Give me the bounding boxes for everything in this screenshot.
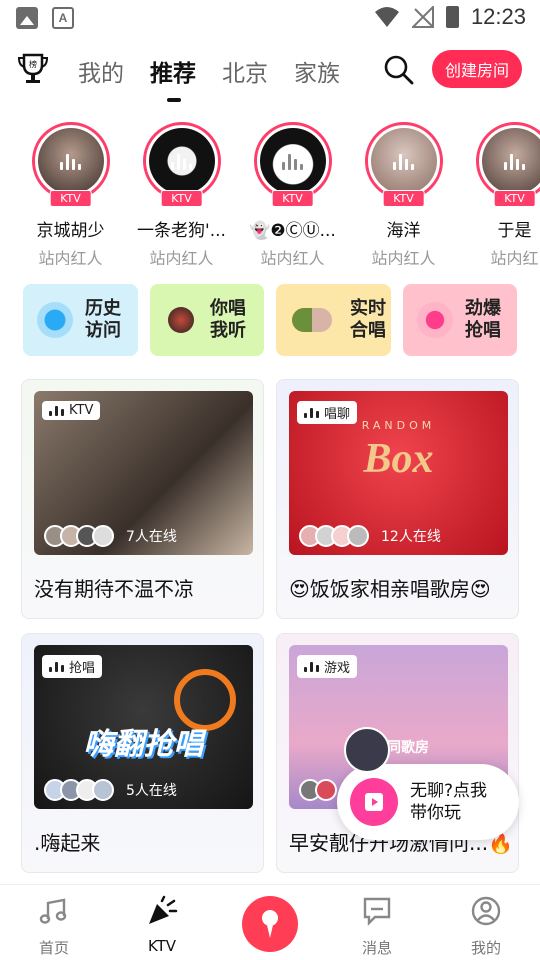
clock: 12:23: [470, 4, 526, 29]
gallery-notification-icon: [16, 7, 38, 29]
quick-entry-you-sing[interactable]: 你唱我听: [150, 284, 264, 356]
room-title: 没有期待不温不凉: [34, 577, 194, 601]
user-name: 于是: [497, 221, 532, 241]
quick-entry-history[interactable]: 历史访问: [23, 284, 138, 356]
status-bar: A 12:23: [0, 0, 540, 36]
search-icon[interactable]: [383, 54, 415, 86]
nav-home[interactable]: 首页: [14, 895, 94, 958]
svg-text:榜: 榜: [29, 59, 37, 69]
online-members: 12人在线: [299, 525, 441, 547]
avatar: [481, 128, 540, 194]
battery-icon: [445, 6, 459, 28]
room-thumbnail: KTV 7人在线: [34, 391, 253, 555]
quick-entry-label: 历史访问: [85, 298, 121, 341]
equalizer-icon: [304, 661, 319, 672]
ktv-badge: KTV: [382, 190, 425, 207]
user-item[interactable]: KTV 京城胡少 站内红人: [15, 120, 126, 265]
wifi-icon: [374, 7, 399, 27]
room-title: 😍饭饭家相亲唱歌房😍: [289, 577, 491, 601]
online-members: 7人在线: [44, 525, 177, 547]
tab-beijing[interactable]: 北京: [222, 54, 268, 88]
avatar: [168, 307, 194, 333]
quick-entry-label: 劲爆抢唱: [465, 298, 501, 341]
active-tab-indicator: [167, 98, 181, 102]
equalizer-icon: [49, 405, 64, 416]
room-art-text: 嗨翻抢唱: [83, 728, 204, 761]
sing-button[interactable]: [242, 896, 298, 952]
avatar: [344, 727, 390, 773]
trophy-icon[interactable]: 榜: [18, 52, 48, 86]
quick-entry-label: 实时合唱: [350, 298, 386, 341]
room-art-text: Box: [363, 436, 434, 482]
bored-play-popup[interactable]: 无聊?点我 带你玩: [337, 764, 519, 840]
user-item[interactable]: KTV 一条老狗'... 站内红人: [126, 120, 237, 265]
ktv-badge: KTV: [493, 190, 536, 207]
equalizer-icon: [304, 407, 319, 418]
clock-icon: [37, 302, 73, 338]
quick-entry-chorus[interactable]: 实时合唱: [276, 284, 391, 356]
recommended-users-row: KTV 京城胡少 站内红人 KTV 一条老狗'... 站内红人 KTV 👻❷ⒸⓊ…: [0, 120, 540, 265]
top-nav: 榜 我的 推荐 北京 家族 创建房间: [0, 44, 540, 104]
create-room-button[interactable]: 创建房间: [432, 50, 522, 88]
user-item[interactable]: KTV 海洋 站内红人: [348, 120, 459, 265]
online-count: 7人在线: [126, 529, 177, 545]
user-name: 👻❷ⒸⓊ...: [249, 221, 336, 241]
user-name: 海洋: [386, 221, 421, 241]
microphone-icon: [262, 910, 278, 938]
online-count: 12人在线: [381, 529, 441, 545]
room-title: .嗨起来: [34, 831, 101, 855]
user-item[interactable]: KTV 于是 站内红: [459, 120, 540, 265]
room-thumbnail: 嗨翻抢唱 抢唱 5人在线: [34, 645, 253, 809]
user-name: 一条老狗'...: [137, 221, 226, 241]
room-type-tag: KTV: [42, 401, 101, 420]
avatar-pair: [292, 308, 332, 332]
user-tag: 站内红人: [149, 249, 214, 265]
ktv-badge: KTV: [160, 190, 203, 207]
room-thumbnail: RANDOM Box 唱聊 12人在线: [289, 391, 508, 555]
user-tag: 站内红人: [260, 249, 325, 265]
app-notification-icon: A: [52, 7, 74, 29]
online-members: [299, 779, 337, 801]
user-name: 京城胡少: [36, 221, 105, 241]
nav-profile[interactable]: 我的: [446, 895, 526, 958]
popup-text: 无聊?点我 带你玩: [410, 781, 488, 823]
room-type-tag: 游戏: [297, 655, 358, 678]
user-tag: 站内红: [490, 249, 539, 265]
tab-recommend[interactable]: 推荐: [150, 54, 196, 88]
room-type-tag: 唱聊: [297, 401, 358, 424]
ktv-badge: KTV: [271, 190, 314, 207]
room-type-tag: 抢唱: [42, 655, 103, 678]
party-popper-icon: [149, 895, 178, 924]
nav-messages[interactable]: 消息: [337, 895, 417, 958]
no-signal-icon: [411, 6, 434, 28]
user-tag: 站内红人: [38, 249, 103, 265]
online-count: 5人在线: [126, 783, 177, 799]
room-card[interactable]: 嗨翻抢唱 抢唱 5人在线 .嗨起来: [21, 633, 264, 873]
message-icon: [363, 897, 391, 926]
nav-ktv[interactable]: KTV: [122, 895, 202, 955]
avatar: [259, 128, 326, 194]
ktv-badge: KTV: [49, 190, 92, 207]
music-note-icon: [39, 898, 67, 924]
play-video-icon: [350, 778, 398, 826]
microphone-icon: [417, 302, 453, 338]
avatar: [148, 128, 215, 194]
quick-entry-grab-sing[interactable]: 劲爆抢唱: [403, 284, 517, 356]
online-members: 5人在线: [44, 779, 177, 801]
room-card[interactable]: RANDOM Box 唱聊 12人在线 😍饭饭家相亲唱歌房😍: [276, 379, 519, 619]
tab-family[interactable]: 家族: [294, 54, 340, 88]
quick-entry-label: 你唱我听: [210, 298, 246, 341]
equalizer-icon: [49, 661, 64, 672]
user-tag: 站内红人: [371, 249, 436, 265]
tab-mine[interactable]: 我的: [78, 54, 124, 88]
profile-icon: [471, 896, 501, 926]
avatar: [370, 128, 437, 194]
user-item[interactable]: KTV 👻❷ⒸⓊ... 站内红人: [237, 120, 348, 265]
room-card[interactable]: KTV 7人在线 没有期待不温不凉: [21, 379, 264, 619]
avatar: [37, 128, 104, 194]
